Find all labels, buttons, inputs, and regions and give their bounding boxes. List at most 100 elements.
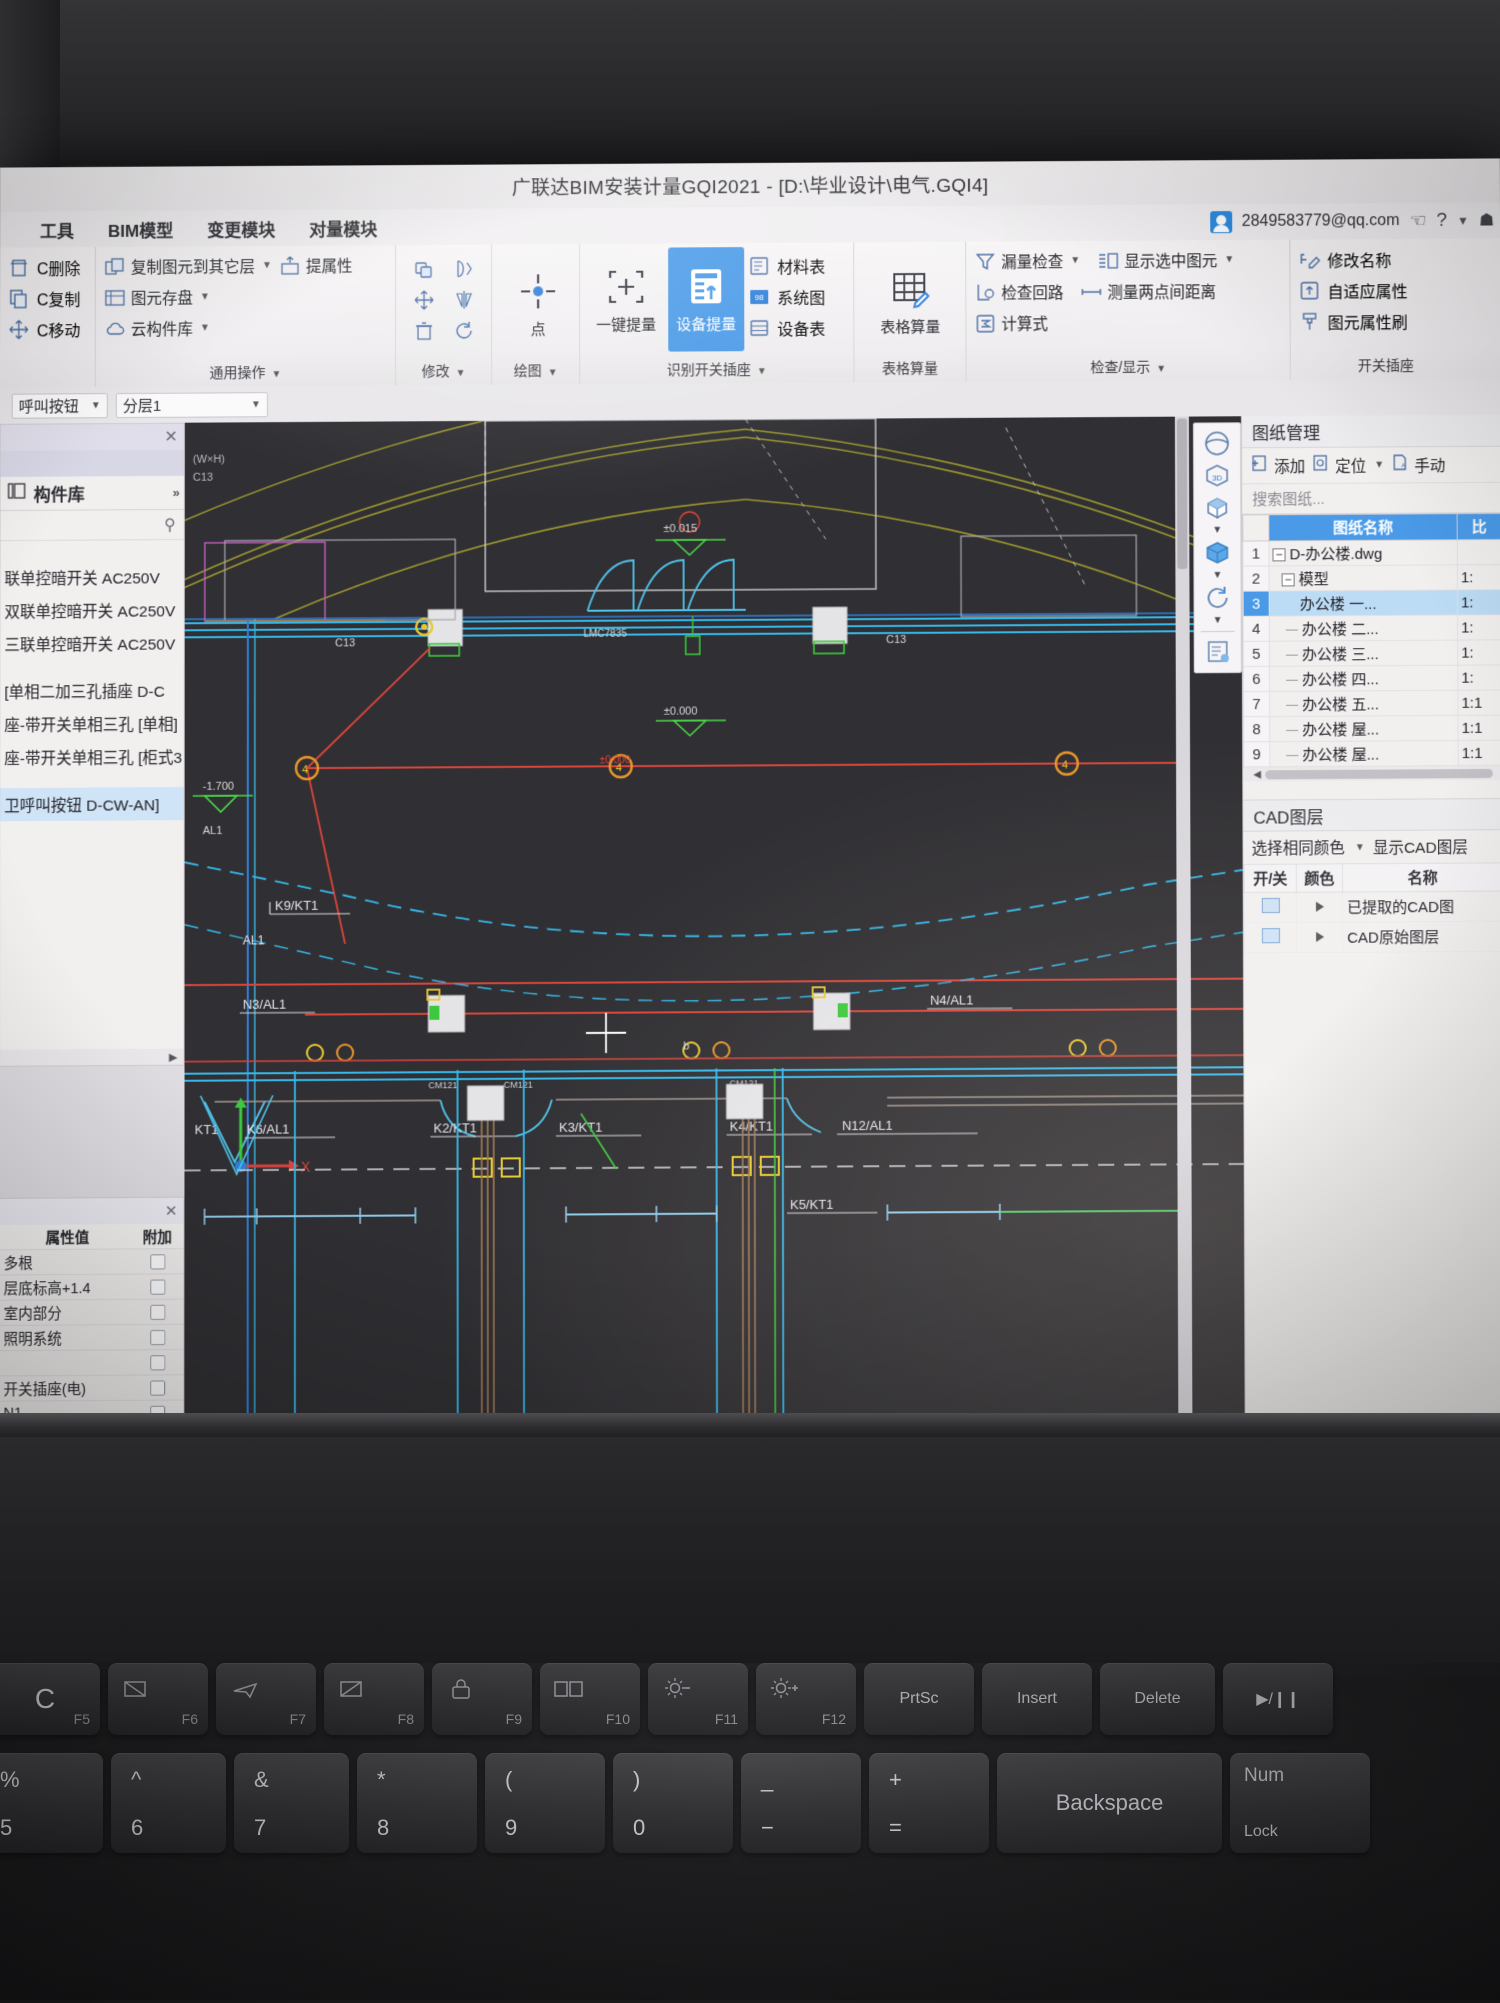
- key-backspace[interactable]: Backspace: [997, 1753, 1222, 1853]
- append-checkbox[interactable]: [150, 1329, 165, 1344]
- drawing-toolbar-manual-label[interactable]: 手动: [1414, 454, 1445, 476]
- component-search-row[interactable]: ⚲: [1, 510, 184, 541]
- chevron-down-icon[interactable]: ▼: [1355, 842, 1365, 853]
- key-c[interactable]: CF5: [0, 1663, 100, 1735]
- key-9[interactable]: ( 9: [485, 1753, 605, 1853]
- ribbon-item-format-brush[interactable]: 图元属性刷: [1299, 305, 1473, 337]
- layer-on-icon[interactable]: [1261, 928, 1279, 943]
- component-combo[interactable]: 呼叫按钮 ▼: [12, 393, 108, 419]
- search-icon[interactable]: ⚲: [164, 514, 176, 534]
- key-play-pause[interactable]: ▶/❙❙: [1223, 1663, 1333, 1735]
- pin-icon[interactable]: ☗: [1479, 210, 1494, 230]
- drawing-name-cell[interactable]: −D-办公楼.dwg: [1269, 540, 1457, 566]
- append-checkbox[interactable]: [150, 1254, 165, 1269]
- key-prtsc[interactable]: PrtSc: [864, 1663, 974, 1735]
- ribbon-item-cloud-component-library[interactable]: 云构件库 ▼: [104, 317, 210, 340]
- key-5[interactable]: % 5: [0, 1753, 103, 1853]
- account-avatar-icon[interactable]: [1210, 211, 1232, 233]
- view-solid-cube-icon[interactable]: [1200, 538, 1234, 568]
- ribbon-item-table-calc[interactable]: 表格算量: [862, 250, 958, 355]
- key-f12-brightness-up[interactable]: F12: [756, 1663, 856, 1735]
- key-f10[interactable]: F10: [540, 1663, 640, 1735]
- view-3d-icon[interactable]: 3D: [1200, 460, 1234, 490]
- drawing-toolbar-add-label[interactable]: 添加: [1274, 454, 1305, 476]
- layer-toggle[interactable]: [1244, 922, 1296, 953]
- locate-icon[interactable]: [1311, 454, 1329, 477]
- scroll-right-icon[interactable]: ▶: [169, 1050, 178, 1063]
- ribbon-item-extract-property[interactable]: 提属性: [279, 254, 353, 276]
- key-minus[interactable]: _ −: [741, 1753, 861, 1853]
- expander-icon[interactable]: −: [1272, 548, 1285, 561]
- show-cad-layer-button[interactable]: 显示CAD图层: [1373, 835, 1468, 858]
- chevron-down-icon[interactable]: ▼: [1070, 255, 1080, 266]
- expand-right-icon[interactable]: [1315, 902, 1323, 912]
- key-insert[interactable]: Insert: [982, 1663, 1092, 1735]
- key-delete[interactable]: Delete: [1100, 1663, 1215, 1735]
- key-equals[interactable]: + =: [869, 1753, 989, 1853]
- headset-icon[interactable]: ☜: [1409, 209, 1426, 232]
- list-item[interactable]: [单相二加三孔插座 D-C: [0, 673, 183, 707]
- close-icon[interactable]: ✕: [164, 427, 177, 447]
- ribbon-item-save-element[interactable]: 图元存盘 ▼: [104, 286, 210, 309]
- chevron-down-icon[interactable]: ▼: [251, 399, 261, 410]
- chevron-down-icon[interactable]: ▼: [1213, 570, 1223, 581]
- list-item-selected[interactable]: 卫呼叫按钮 D-CW-AN]: [0, 787, 184, 821]
- report-preview-icon[interactable]: [1201, 637, 1235, 667]
- drawing-name-cell[interactable]: 办公楼 一...: [1269, 590, 1457, 616]
- table-row[interactable]: [0, 1350, 183, 1376]
- chevron-down-icon[interactable]: ▼: [200, 291, 210, 302]
- drawing-search-input[interactable]: 搜索图纸...: [1242, 483, 1500, 515]
- ribbon-item-device-extract[interactable]: 设备提量: [668, 247, 744, 352]
- ribbon-item-adaptive-property[interactable]: 自适应属性: [1298, 274, 1472, 306]
- ribbon-item-c-copy[interactable]: C复制: [8, 282, 87, 314]
- expand-right-icon[interactable]: »: [173, 485, 180, 500]
- move-arrows-icon[interactable]: [413, 288, 435, 310]
- mirror-icon[interactable]: [453, 288, 475, 310]
- table-row[interactable]: 照明系统: [0, 1325, 183, 1351]
- key-num-lock[interactable]: Num Lock: [1230, 1753, 1370, 1853]
- drawing-name-cell[interactable]: 办公楼 二...: [1269, 615, 1457, 641]
- drawing-name-cell[interactable]: 办公楼 四...: [1269, 665, 1457, 691]
- list-item[interactable]: 座-带开关单相三孔 [柜式3: [0, 740, 183, 774]
- key-f7[interactable]: F7: [216, 1663, 316, 1735]
- chevron-down-icon[interactable]: ▼: [1457, 214, 1469, 228]
- ribbon-item-material-table[interactable]: 材料表: [748, 250, 825, 281]
- chevron-down-icon[interactable]: ▼: [200, 322, 210, 333]
- list-item[interactable]: 三联单控暗开关 AC250V: [0, 626, 183, 660]
- drawing-name-cell[interactable]: 办公楼 屋...: [1270, 715, 1459, 741]
- drawing-name-cell[interactable]: 办公楼 五...: [1270, 690, 1459, 716]
- ribbon-item-formula[interactable]: 计算式: [974, 312, 1048, 334]
- orbit-icon[interactable]: [1200, 428, 1234, 458]
- append-checkbox[interactable]: [150, 1304, 165, 1319]
- append-checkbox[interactable]: [150, 1380, 165, 1395]
- drawing-name-cell[interactable]: 办公楼 三...: [1269, 640, 1457, 666]
- chevron-down-icon[interactable]: ▼: [1224, 254, 1234, 265]
- layer-combo[interactable]: 分层1 ▼: [116, 392, 268, 418]
- key-0[interactable]: ) 0: [613, 1753, 733, 1853]
- chevron-down-icon[interactable]: ▼: [1213, 615, 1223, 626]
- rotate-view-icon[interactable]: [1200, 583, 1234, 613]
- layer-toggle[interactable]: [1244, 892, 1296, 922]
- ribbon-item-c-delete[interactable]: C删除: [8, 251, 87, 283]
- chevron-down-icon[interactable]: ▼: [1212, 525, 1222, 536]
- ribbon-item-check-loop[interactable]: 检查回路: [974, 281, 1063, 304]
- expand-right-icon[interactable]: [1316, 932, 1324, 942]
- chevron-down-icon[interactable]: ▼: [91, 400, 101, 411]
- menu-item-compare-module[interactable]: 对量模块: [309, 215, 377, 240]
- rotate-icon[interactable]: [453, 319, 475, 341]
- table-row[interactable]: 层底标高+1.4: [0, 1274, 183, 1300]
- ribbon-item-show-selected[interactable]: 显示选中图元 ▼: [1097, 249, 1234, 272]
- menu-item-bim-model[interactable]: BIM模型: [108, 216, 173, 241]
- append-checkbox[interactable]: [150, 1279, 165, 1294]
- key-8[interactable]: * 8: [357, 1753, 477, 1853]
- question-icon[interactable]: ?: [1436, 210, 1447, 232]
- append-checkbox[interactable]: [150, 1355, 165, 1370]
- key-f6[interactable]: F6: [108, 1663, 208, 1735]
- key-f8[interactable]: F8: [324, 1663, 424, 1735]
- list-item[interactable]: 双联单控暗开关 AC250V: [0, 593, 183, 627]
- ribbon-item-rename[interactable]: 修改名称: [1298, 243, 1472, 275]
- ribbon-item-measure-distance[interactable]: 测量两点间距离: [1080, 280, 1216, 303]
- select-same-color-button[interactable]: 选择相同颜色: [1252, 836, 1345, 859]
- ribbon-item-c-move[interactable]: C移动: [8, 313, 87, 345]
- key-f9[interactable]: F9: [432, 1663, 532, 1735]
